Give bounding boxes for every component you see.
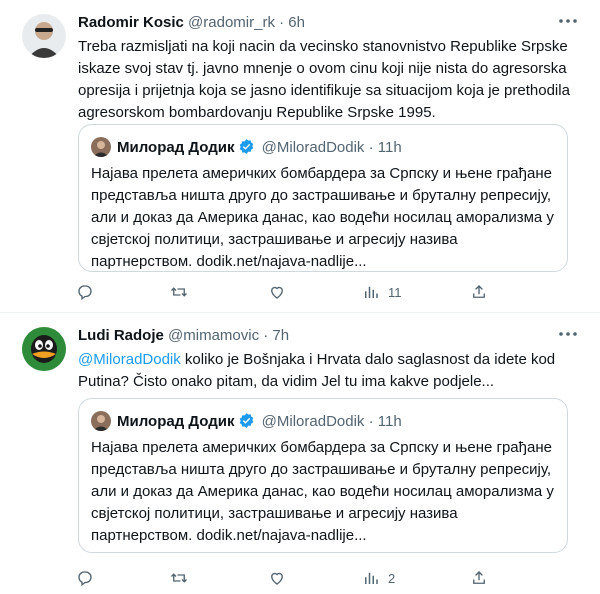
retweet-button[interactable]: [170, 280, 188, 304]
reply-button[interactable]: [76, 280, 94, 304]
timestamp[interactable]: 6h: [288, 14, 305, 31]
views-count: 11: [388, 284, 402, 300]
timestamp: 11h: [377, 139, 402, 156]
more-icon[interactable]: [556, 14, 580, 28]
user-handle: @MiloradDodik: [261, 413, 365, 430]
tweet[interactable]: Radomir Kosic @radomir_rk · 6h Treba raz…: [0, 0, 600, 313]
user-handle: @MiloradDodik: [261, 139, 365, 156]
views-button[interactable]: 11: [362, 280, 402, 304]
user-handle[interactable]: @radomir_rk: [188, 14, 275, 31]
separator-dot: ·: [279, 14, 285, 31]
retweet-icon: [171, 287, 187, 297]
reply-button[interactable]: [76, 566, 94, 590]
display-name: Милорад Додик: [117, 413, 235, 430]
separator-dot: ·: [368, 139, 374, 156]
share-button[interactable]: [470, 280, 488, 304]
retweet-icon: [171, 573, 187, 583]
reply-icon: [78, 285, 92, 301]
mention-link[interactable]: @MiloradDodik: [78, 351, 181, 368]
reply-icon: [78, 571, 92, 587]
tweet[interactable]: Ludi Radoje @mimamovic · 7h @MiloradDodi…: [0, 313, 600, 594]
retweet-button[interactable]: [170, 566, 188, 590]
views-icon: [365, 572, 378, 584]
verified-badge-icon: [238, 138, 255, 155]
timestamp[interactable]: 7h: [272, 327, 289, 344]
quoted-tweet[interactable]: Милорад Додик @MiloradDodik · 11h Најава…: [78, 398, 568, 553]
views-button[interactable]: 2: [362, 566, 395, 590]
tweet-text: @MiloradDodik koliko je Bošnjaka i Hrvat…: [78, 349, 578, 393]
share-icon: [473, 571, 485, 584]
like-button[interactable]: [268, 566, 286, 590]
separator-dot: ·: [368, 413, 374, 430]
display-name[interactable]: Radomir Kosic: [78, 14, 184, 31]
avatar: [91, 411, 111, 431]
views-icon: [365, 286, 378, 298]
more-icon[interactable]: [556, 327, 580, 341]
avatar[interactable]: [22, 14, 66, 58]
quoted-tweet-header: Милорад Додик @MiloradDodik · 11h: [117, 412, 402, 431]
like-icon: [271, 572, 283, 585]
timestamp: 11h: [377, 413, 402, 430]
tweet-header: Ludi Radoje @mimamovic · 7h: [78, 327, 289, 345]
quoted-tweet-text: Најава прелета америчких бомбардера за С…: [91, 439, 554, 544]
quoted-tweet-text: Најава прелета америчких бомбардера за С…: [91, 165, 554, 270]
views-count: 2: [388, 570, 396, 586]
display-name[interactable]: Ludi Radoje: [78, 327, 164, 344]
user-handle[interactable]: @mimamovic: [168, 327, 259, 344]
like-button[interactable]: [268, 280, 286, 304]
share-icon: [473, 285, 485, 298]
tweet-feed: Radomir Kosic @radomir_rk · 6h Treba raz…: [0, 0, 600, 594]
avatar: [91, 137, 111, 157]
tweet-actions: 11: [72, 280, 492, 304]
like-icon: [271, 286, 283, 299]
verified-badge-icon: [238, 412, 255, 429]
share-button[interactable]: [470, 566, 488, 590]
quoted-tweet[interactable]: Милорад Додик @MiloradDodik · 11h Најава…: [78, 124, 568, 272]
display-name: Милорад Додик: [117, 139, 235, 156]
quoted-tweet-header: Милорад Додик @MiloradDodik · 11h: [117, 138, 402, 157]
tweet-actions: 2: [72, 566, 492, 590]
tweet-text: Treba razmisljati na koji nacin da vecin…: [78, 38, 570, 121]
avatar[interactable]: [22, 327, 66, 371]
separator-dot: ·: [263, 327, 269, 344]
tweet-header: Radomir Kosic @radomir_rk · 6h: [78, 14, 305, 32]
